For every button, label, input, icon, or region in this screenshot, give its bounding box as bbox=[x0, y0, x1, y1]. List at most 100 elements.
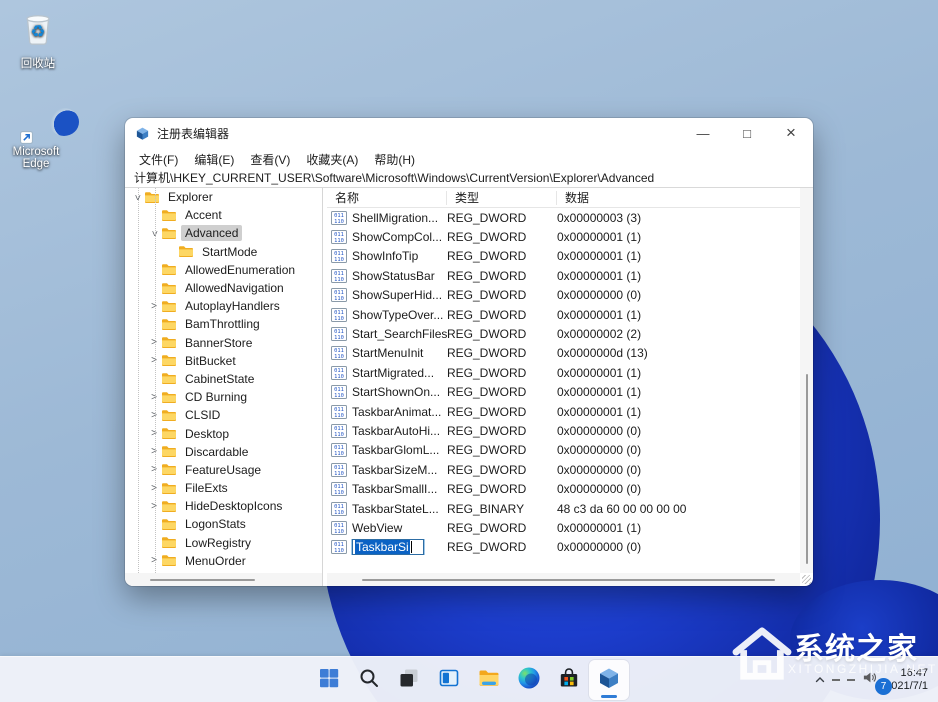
value-row[interactable]: 011110StartShownOn...REG_DWORD0x00000001… bbox=[327, 383, 800, 402]
value-row[interactable]: 011110Start_SearchFilesREG_DWORD0x000000… bbox=[327, 324, 800, 343]
address-bar[interactable]: 计算机\HKEY_CURRENT_USER\Software\Microsoft… bbox=[125, 170, 813, 188]
tree-item-clsid[interactable]: >CLSID bbox=[125, 406, 322, 424]
tree-item-autoplayhandlers[interactable]: >AutoplayHandlers bbox=[125, 297, 322, 315]
taskbar-store-button[interactable] bbox=[549, 660, 589, 700]
value-name: ShowSuperHid... bbox=[352, 288, 442, 302]
menu-item[interactable]: 帮助(H) bbox=[366, 149, 423, 170]
tree-item-bannerstore[interactable]: >BannerStore bbox=[125, 334, 322, 352]
taskbar-widgets-button[interactable] bbox=[429, 660, 469, 700]
tree-item-allowedenumeration[interactable]: AllowedEnumeration bbox=[125, 261, 322, 279]
notification-badge[interactable]: 7 bbox=[875, 678, 892, 695]
svg-text:110: 110 bbox=[334, 413, 344, 419]
menu-item[interactable]: 查看(V) bbox=[242, 149, 298, 170]
tree-item-bamthrottling[interactable]: BamThrottling bbox=[125, 315, 322, 333]
tree-item-cabinetstate[interactable]: CabinetState bbox=[125, 370, 322, 388]
menu-item[interactable]: 文件(F) bbox=[131, 149, 186, 170]
tree-item-discardable[interactable]: >Discardable bbox=[125, 443, 322, 461]
desktop-icon-microsoft-edge[interactable]: Microsoft Edge bbox=[0, 92, 72, 170]
window-title: 注册表编辑器 bbox=[157, 125, 229, 142]
taskbar-edge-button[interactable] bbox=[509, 660, 549, 700]
value-row[interactable]: 011110WebViewREG_DWORD0x00000001 (1) bbox=[327, 518, 800, 537]
svg-text:110: 110 bbox=[334, 471, 344, 477]
chevron-right-icon[interactable]: > bbox=[148, 337, 160, 348]
taskbar-start-button[interactable] bbox=[309, 660, 349, 700]
value-row[interactable]: 011110TaskbarSmallI...REG_DWORD0x0000000… bbox=[327, 479, 800, 498]
svg-text:110: 110 bbox=[334, 549, 344, 555]
column-header[interactable]: 名称 bbox=[327, 191, 447, 205]
value-row[interactable]: 011110ShowSuperHid...REG_DWORD0x00000000… bbox=[327, 286, 800, 305]
menu-item[interactable]: 收藏夹(A) bbox=[298, 149, 366, 170]
tree-item-menuorder[interactable]: >MenuOrder bbox=[125, 552, 322, 570]
maximize-button[interactable]: □ bbox=[725, 118, 769, 148]
value-row[interactable]: 011110TaskbarSizeM...REG_DWORD0x00000000… bbox=[327, 460, 800, 479]
desktop-icon-label: Microsoft Edge bbox=[13, 146, 60, 170]
tree-item-lowregistry[interactable]: LowRegistry bbox=[125, 534, 322, 552]
value-row[interactable]: 011110TaskbarSiREG_DWORD0x00000000 (0) bbox=[327, 538, 800, 557]
value-data: 0x00000001 (1) bbox=[557, 269, 800, 283]
menu-item[interactable]: 编辑(E) bbox=[186, 149, 242, 170]
chevron-right-icon[interactable]: > bbox=[148, 446, 160, 457]
chevron-right-icon[interactable]: > bbox=[148, 392, 160, 403]
tree-item-cd-burning[interactable]: >CD Burning bbox=[125, 388, 322, 406]
column-header[interactable]: 类型 bbox=[447, 191, 557, 205]
tree-item-advanced[interactable]: >Advanced bbox=[125, 224, 322, 242]
resize-grip[interactable] bbox=[802, 575, 811, 584]
value-data: 0x00000001 (1) bbox=[557, 366, 800, 380]
chevron-right-icon[interactable]: > bbox=[148, 355, 160, 366]
taskbar-taskview-button[interactable] bbox=[389, 660, 429, 700]
tree-horizontal-scrollbar[interactable] bbox=[125, 573, 322, 586]
tree-item-accent[interactable]: Accent bbox=[125, 206, 322, 224]
value-row[interactable]: 011110ShellMigration...REG_DWORD0x000000… bbox=[327, 208, 800, 227]
reg-value-icon: 011110 bbox=[331, 521, 347, 535]
tree-item-hidedesktopicons[interactable]: >HideDesktopIcons bbox=[125, 497, 322, 515]
value-row[interactable]: 011110ShowTypeOver...REG_DWORD0x00000001… bbox=[327, 305, 800, 324]
chevron-right-icon[interactable]: > bbox=[148, 301, 160, 312]
chevron-right-icon[interactable]: > bbox=[148, 501, 160, 512]
chevron-right-icon[interactable]: > bbox=[148, 428, 160, 439]
tree-item-featureusage[interactable]: >FeatureUsage bbox=[125, 461, 322, 479]
chevron-down-icon[interactable]: > bbox=[132, 191, 143, 203]
value-data: 0x00000003 (3) bbox=[557, 211, 800, 225]
desktop-icon-recycle-bin[interactable]: ♻ 回收站 bbox=[2, 6, 74, 71]
folder-icon bbox=[161, 227, 177, 240]
tree-item-desktop[interactable]: >Desktop bbox=[125, 424, 322, 442]
list-vertical-scrollbar[interactable] bbox=[800, 188, 813, 573]
tree-item-bitbucket[interactable]: >BitBucket bbox=[125, 352, 322, 370]
tree-item-allowednavigation[interactable]: AllowedNavigation bbox=[125, 279, 322, 297]
tree-item-startmode[interactable]: StartMode bbox=[125, 243, 322, 261]
widgets-icon bbox=[437, 666, 461, 695]
chevron-right-icon[interactable]: > bbox=[148, 483, 160, 494]
tree-item-label: AllowedNavigation bbox=[181, 280, 288, 296]
value-row[interactable]: 011110StartMenuInitREG_DWORD0x0000000d (… bbox=[327, 344, 800, 363]
taskbar-search-button[interactable] bbox=[349, 660, 389, 700]
chevron-right-icon[interactable]: > bbox=[148, 464, 160, 475]
value-row[interactable]: 011110TaskbarGlomL...REG_DWORD0x00000000… bbox=[327, 441, 800, 460]
tree-item-explorer[interactable]: >Explorer bbox=[125, 188, 322, 206]
value-row[interactable]: 011110TaskbarAnimat...REG_DWORD0x0000000… bbox=[327, 402, 800, 421]
tree-item-fileexts[interactable]: >FileExts bbox=[125, 479, 322, 497]
column-header[interactable]: 数据 bbox=[557, 191, 800, 205]
tree-item-logonstats[interactable]: LogonStats bbox=[125, 515, 322, 533]
value-row[interactable]: 011110TaskbarAutoHi...REG_DWORD0x0000000… bbox=[327, 421, 800, 440]
rename-input[interactable]: TaskbarSi bbox=[352, 539, 424, 555]
value-data: 0x00000000 (0) bbox=[557, 424, 800, 438]
minimize-button[interactable]: — bbox=[681, 118, 725, 148]
value-row[interactable]: 011110ShowInfoTipREG_DWORD0x00000001 (1) bbox=[327, 247, 800, 266]
chevron-right-icon[interactable]: > bbox=[148, 410, 160, 421]
value-row[interactable]: 011110ShowStatusBarREG_DWORD0x00000001 (… bbox=[327, 266, 800, 285]
value-type: REG_DWORD bbox=[447, 424, 557, 438]
close-button[interactable]: × bbox=[769, 118, 813, 148]
value-row[interactable]: 011110TaskbarStateL...REG_BINARY48 c3 da… bbox=[327, 499, 800, 518]
value-row[interactable]: 011110StartMigrated...REG_DWORD0x0000000… bbox=[327, 363, 800, 382]
title-bar[interactable]: 注册表编辑器 — □ × bbox=[125, 118, 813, 148]
chevron-right-icon[interactable]: > bbox=[148, 555, 160, 566]
value-type: REG_DWORD bbox=[447, 308, 557, 322]
taskbar-regedit-button[interactable] bbox=[589, 660, 629, 700]
value-data: 0x00000002 (2) bbox=[557, 327, 800, 341]
panel-divider[interactable] bbox=[322, 188, 323, 586]
taskbar-explorer-button[interactable] bbox=[469, 660, 509, 700]
svg-text:110: 110 bbox=[334, 452, 344, 458]
list-horizontal-scrollbar[interactable] bbox=[327, 573, 800, 586]
chevron-down-icon[interactable]: > bbox=[149, 227, 160, 239]
value-row[interactable]: 011110ShowCompCol...REG_DWORD0x00000001 … bbox=[327, 227, 800, 246]
